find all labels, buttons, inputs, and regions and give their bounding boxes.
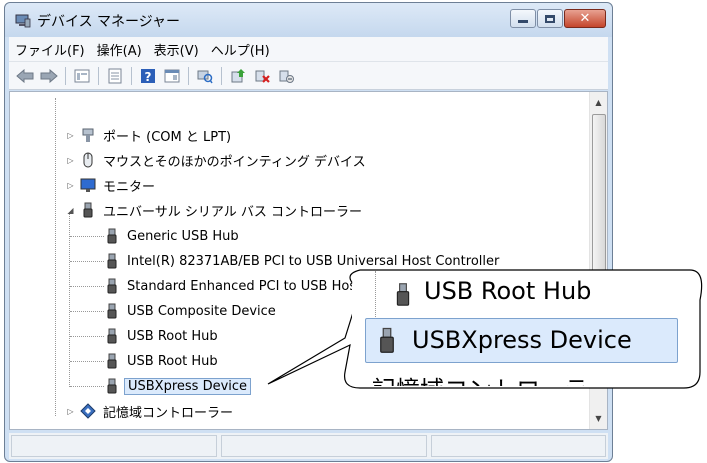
callout-line-root-hub: USB Root Hub xyxy=(424,277,592,305)
callout-line-storage: 記憶域コントローラー xyxy=(372,370,612,386)
usb-plug-icon xyxy=(396,283,410,306)
usb-plug-icon xyxy=(380,327,394,353)
callout-bottom-clip: 記憶域コントローラー xyxy=(360,366,690,386)
zoom-callout xyxy=(267,269,703,389)
callout-line-usbxpress: USBXpress Device xyxy=(412,326,632,354)
